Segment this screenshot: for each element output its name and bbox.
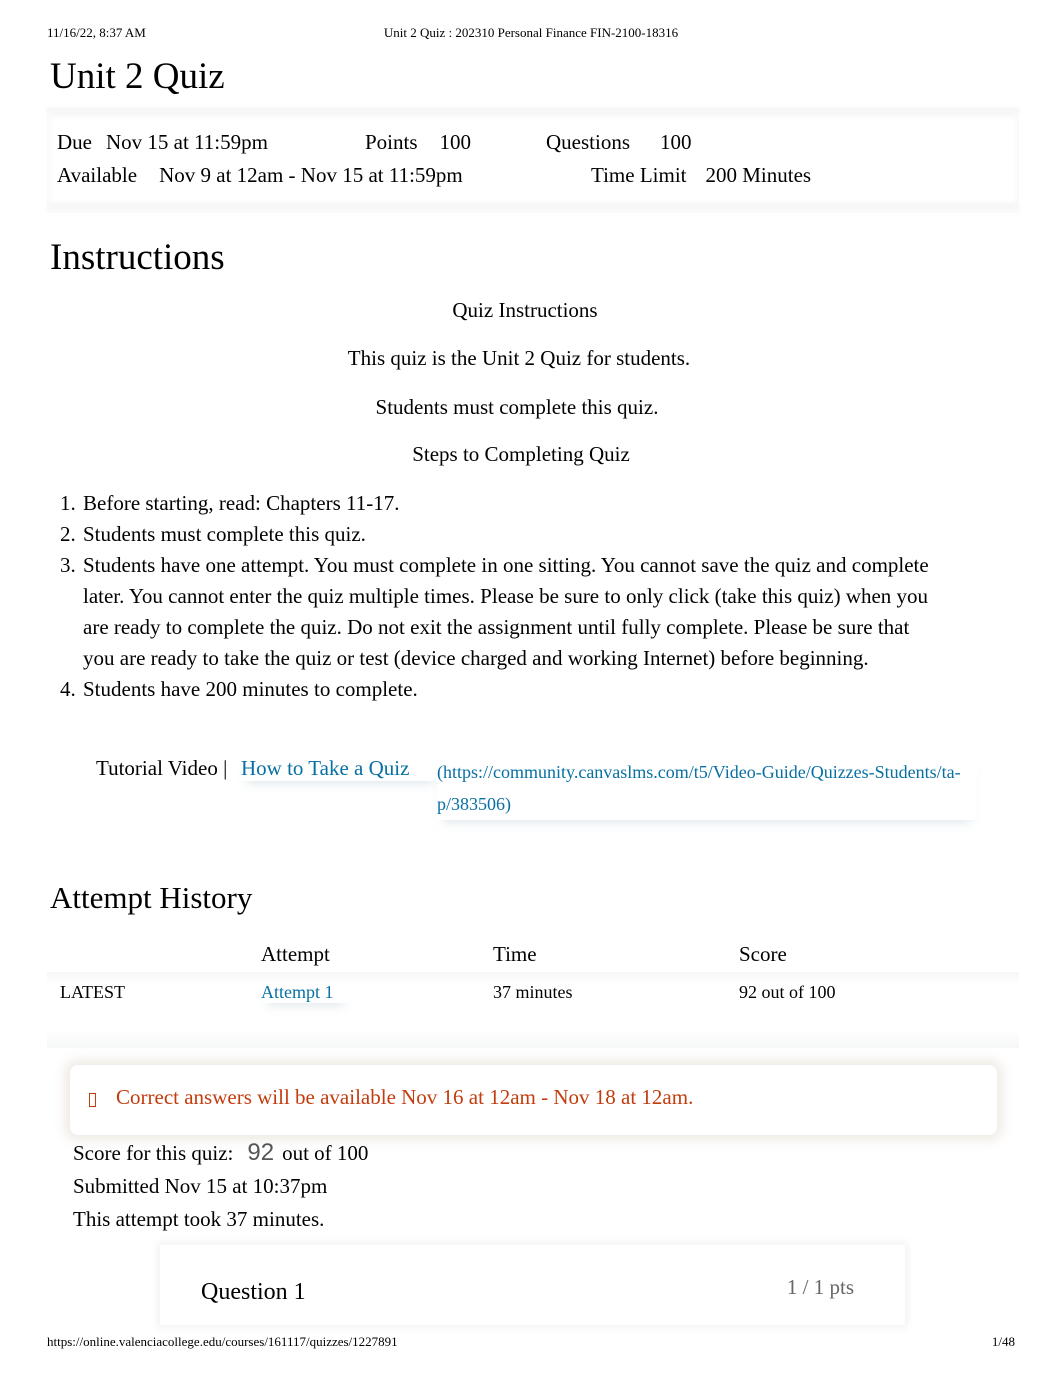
quiz-title: Unit 2 Quiz <box>50 56 225 97</box>
step-number: 3. <box>60 553 76 577</box>
info-icon <box>89 1093 96 1107</box>
questions-label: Questions <box>546 130 630 154</box>
instructions-line-2: Students must complete this quiz. <box>375 395 659 419</box>
print-page-number: 1/48 <box>991 1334 1015 1349</box>
step-text: Students have one attempt. You must comp… <box>83 553 929 670</box>
column-header-attempt: Attempt <box>261 942 330 966</box>
quiz-details: Due Nov 15 at 11:59pm Points 100 Questions… <box>47 108 1019 213</box>
step-text: Students have 200 minutes to complete. <box>83 677 418 701</box>
time-limit-label: Time Limit <box>591 163 687 187</box>
steps-heading: Steps to Completing Quiz <box>412 442 630 466</box>
tutorial-video-link[interactable]: How to Take a Quiz <box>241 756 439 781</box>
step-number: 1. <box>60 491 76 515</box>
points-detail: Points 100 <box>365 130 471 155</box>
step-item: 2. Students must complete this quiz. <box>60 519 930 550</box>
print-footer: https://online.valenciacollege.edu/cours… <box>47 1334 1015 1350</box>
instructions-subheading: Quiz Instructions <box>452 298 598 322</box>
points-label: Points <box>365 130 418 154</box>
due-detail: Due Nov 15 at 11:59pm <box>57 130 268 155</box>
score-label: Score for this quiz: <box>73 1141 234 1165</box>
correct-answers-alert: Correct answers will be available Nov 16… <box>70 1065 997 1135</box>
table-row: LATEST Attempt 1 37 minutes 92 out of 10… <box>47 972 1019 1048</box>
score-suffix: out of 100 <box>282 1141 369 1165</box>
available-value: Nov 9 at 12am - Nov 15 at 11:59pm <box>159 163 463 187</box>
instructions-heading: Instructions <box>50 237 225 278</box>
due-label: Due <box>57 130 92 154</box>
table-header: Attempt Time Score <box>47 938 1019 972</box>
steps-list: 1. Before starting, read: Chapters 11-17… <box>60 488 930 705</box>
step-item: 1. Before starting, read: Chapters 11-17… <box>60 488 930 519</box>
step-number: 4. <box>60 677 76 701</box>
tutorial-label: Tutorial Video | <box>96 756 228 780</box>
question-title: Question 1 <box>201 1279 306 1305</box>
score-value: 92 <box>247 1139 275 1166</box>
attempt-1-link[interactable]: Attempt 1 <box>261 982 350 1003</box>
points-value: 100 <box>439 130 472 154</box>
column-header-score: Score <box>739 942 787 966</box>
instructions-line-1: This quiz is the Unit 2 Quiz for student… <box>347 346 691 370</box>
questions-value: 100 <box>660 130 692 154</box>
step-number: 2. <box>60 522 76 546</box>
question-card: Question 1 1 / 1 pts <box>160 1245 905 1325</box>
attempt-duration: This attempt took 37 minutes. <box>73 1207 325 1231</box>
attempt-history-heading: Attempt History <box>50 880 253 915</box>
available-detail: Available Nov 9 at 12am - Nov 15 at 11:59… <box>57 163 463 188</box>
question-header: Question 1 1 / 1 pts <box>170 1255 895 1310</box>
print-page-title: Unit 2 Quiz : 202310 Personal Finance FI… <box>383 25 679 40</box>
tutorial-video-url[interactable]: (https://community.canvaslms.com/t5/Vide… <box>437 756 977 820</box>
available-label: Available <box>57 163 138 187</box>
print-url: https://online.valenciacollege.edu/cours… <box>47 1334 398 1349</box>
due-value: Nov 15 at 11:59pm <box>106 130 268 154</box>
print-header: 11/16/22, 8:37 AM Unit 2 Quiz : 202310 P… <box>47 25 1015 41</box>
question-points: 1 / 1 pts <box>786 1275 854 1299</box>
latest-tag: LATEST <box>60 982 125 1002</box>
attempt-time: 37 minutes <box>493 982 573 1002</box>
alert-message: Correct answers will be available Nov 16… <box>116 1085 694 1109</box>
score-line: Score for this quiz: 92 out of 100 <box>73 1136 368 1170</box>
step-text: Before starting, read: Chapters 11-17. <box>83 491 400 515</box>
step-item: 3. Students have one attempt. You must c… <box>60 550 930 674</box>
attempt-history-table: Attempt Time Score LATEST Attempt 1 37 m… <box>47 938 1019 1048</box>
quiz-result: Score for this quiz: 92 out of 100 Submitt… <box>73 1136 368 1236</box>
questions-detail: Questions 100 <box>546 130 692 155</box>
step-item: 4. Students have 200 minutes to complete… <box>60 674 930 705</box>
attempt-score: 92 out of 100 <box>739 982 836 1002</box>
step-text: Students must complete this quiz. <box>83 522 366 546</box>
submitted-time: Submitted Nov 15 at 10:37pm <box>73 1174 328 1198</box>
column-header-time: Time <box>493 942 537 966</box>
time-limit-value: 200 Minutes <box>705 163 812 187</box>
time-limit-detail: Time Limit 200 Minutes <box>591 163 811 188</box>
quiz-page: 11/16/22, 8:37 AM Unit 2 Quiz : 202310 P… <box>0 0 1062 1377</box>
